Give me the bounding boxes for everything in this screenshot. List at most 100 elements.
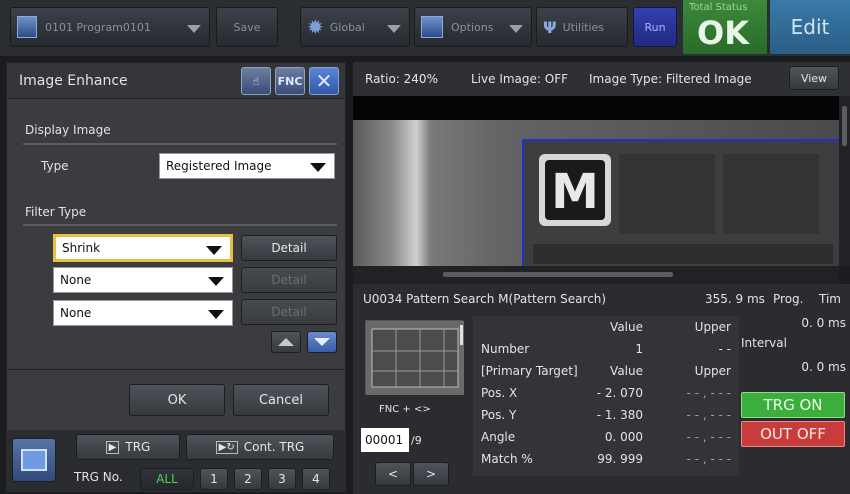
program-icon [17,16,37,38]
trg-no-label: 3 [278,472,286,486]
row-upper: - - , - - - [686,452,731,466]
trg-no-3[interactable]: 3 [268,468,296,490]
trg-no-all[interactable]: ALL [140,468,194,490]
prog-value: 0. 0 ms [801,316,846,330]
ok-label: OK [167,392,187,408]
header-value: Value [610,320,643,334]
trg-on-label: TRG ON [763,396,823,414]
cont-trg-button[interactable]: ▶↻ Cont. TRG [186,434,334,460]
type-select[interactable]: Registered Image [159,153,335,179]
row-upper: - - , - - - [686,408,731,422]
trigger-bar: ▶ TRG ▶↻ Cont. TRG TRG No. ALL 1 2 3 4 [6,430,346,492]
touch-icon[interactable]: ☝ [241,67,271,95]
row-upper: - - , - - - [686,386,731,400]
filter-3-value: None [60,306,92,320]
filter-2-detail-button[interactable]: Detail [241,267,337,293]
detail-label: Detail [271,241,307,255]
interval-label: Interval [741,336,787,350]
arrow-down-icon [314,338,330,346]
next-button[interactable]: > [413,462,449,486]
trg-no-4[interactable]: 4 [302,468,330,490]
options-icon [421,16,443,38]
chevron-down-icon [208,310,224,319]
ok-button[interactable]: OK [129,384,225,416]
camera-image[interactable]: M [353,96,839,266]
fnc-label: FNC [277,74,303,88]
row-label: Angle [481,430,516,444]
row-value: 0. 000 [604,430,643,444]
utilities-label: Utilities [562,20,604,34]
edit-label: Edit [790,15,830,39]
cancel-button[interactable]: Cancel [233,384,329,416]
status-title: Total Status [689,2,748,13]
row-label: Match % [481,452,533,466]
tim-label: Tim [819,292,841,306]
filter-1-select[interactable]: Shrink [53,234,233,262]
total-status: Total Status OK [683,0,767,54]
utilities-menu[interactable]: Ψ Utilities [536,7,628,47]
vertical-scrollbar[interactable] [839,96,850,266]
edit-button[interactable]: Edit [770,0,850,54]
counter-input[interactable]: 00001 [361,428,409,452]
divider [23,143,337,145]
trg-no-2[interactable]: 2 [234,468,262,490]
chevron-down-icon [187,25,201,33]
arrow-up-icon [278,338,294,346]
filter-type-label: Filter Type [25,205,87,219]
horizontal-scrollbar[interactable] [353,266,839,284]
prev-button[interactable]: < [375,462,411,486]
filter-2-select[interactable]: None [53,267,233,293]
move-down-button[interactable] [307,331,337,353]
tools-icon: Ψ [543,17,557,37]
move-up-button[interactable] [271,331,301,353]
scroll-thumb[interactable] [842,106,847,146]
image-info-bar: Ratio: 240% Live Image: OFF Image Type: … [353,62,850,96]
row-label: Pos. Y [481,408,517,422]
row-value: 1 [635,342,643,356]
row-value: Value [610,364,643,378]
filter-3-select[interactable]: None [53,300,233,326]
options-label: Options [451,20,494,34]
unit-title: U0034 Pattern Search M(Pattern Search) [363,292,607,306]
options-menu[interactable]: Options [414,7,532,47]
chevron-down-icon [509,25,523,33]
trg-no-label: 2 [244,472,252,486]
image-thumbnail-button[interactable] [12,438,56,482]
global-menu[interactable]: ✹ Global [300,7,410,47]
header-upper: Upper [694,320,731,334]
global-label: Global [329,20,365,34]
filter-3-detail-button[interactable]: Detail [241,299,337,325]
live-image-text: Live Image: OFF [471,72,569,86]
view-button[interactable]: View [789,66,839,90]
camera-image-svg: M [353,96,839,266]
unit-thumbnail[interactable] [365,320,464,395]
scroll-thumb[interactable] [443,272,673,277]
trg-on-indicator: TRG ON [741,392,845,418]
row-value: - 1. 380 [596,408,643,422]
trg-button[interactable]: ▶ TRG [76,434,180,460]
next-label: > [425,467,437,481]
program-select[interactable]: 0101 Program0101 [10,7,210,47]
panel-title: Image Enhance [19,73,128,89]
result-panel: U0034 Pattern Search M(Pattern Search) 3… [353,284,850,494]
program-label: 0101 Program0101 [45,20,151,34]
row-upper: - - [718,342,731,356]
continuous-trigger-icon: ▶↻ [215,440,238,454]
fnc-button[interactable]: FNC [275,67,305,95]
trg-no-1[interactable]: 1 [200,468,228,490]
row-label: Number [481,342,530,356]
ratio-text: Ratio: 240% [365,72,438,86]
save-button[interactable]: Save [216,7,278,47]
counter-value: 00001 [365,433,404,447]
filter-1-value: Shrink [62,241,101,255]
filter-1-detail-button[interactable]: Detail [241,235,337,261]
row-upper: Upper [694,364,731,378]
close-icon[interactable]: ✕ [309,67,339,95]
trg-label: TRG [125,440,151,454]
run-button[interactable]: Run [633,7,677,47]
chevron-down-icon [310,163,326,172]
run-label: Run [644,20,666,34]
image-icon [21,449,47,471]
prog-label: Prog. [773,292,804,306]
cont-trg-label: Cont. TRG [243,440,305,454]
